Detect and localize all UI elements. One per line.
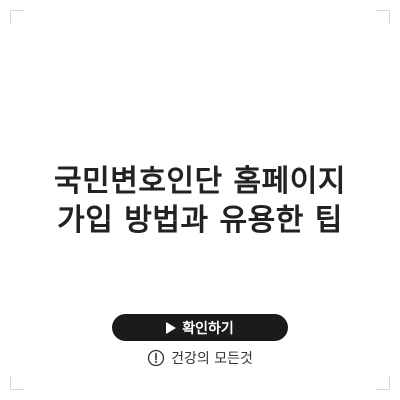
corner-mark-top-right	[376, 10, 390, 24]
exclamation-circle-icon	[147, 349, 165, 367]
page-title: 국민변호인단 홈페이지 가입 방법과 유용한 팁	[0, 162, 400, 240]
corner-mark-top-left	[10, 10, 24, 24]
title-line-1: 국민변호인단 홈페이지	[54, 164, 346, 199]
corner-mark-bottom-right	[376, 376, 390, 390]
confirm-button-label: 확인하기	[182, 320, 234, 337]
brand-link[interactable]: 건강의 모든것	[0, 346, 400, 370]
confirm-button[interactable]: 확인하기	[112, 314, 288, 341]
content-card: 국민변호인단 홈페이지 가입 방법과 유용한 팁 확인하기 건강의 모든것	[0, 0, 400, 400]
play-icon	[166, 321, 177, 334]
corner-mark-bottom-left	[10, 376, 24, 390]
title-line-2: 가입 방법과 유용한 팁	[57, 203, 343, 238]
brand-name: 건강의 모든것	[171, 351, 253, 367]
